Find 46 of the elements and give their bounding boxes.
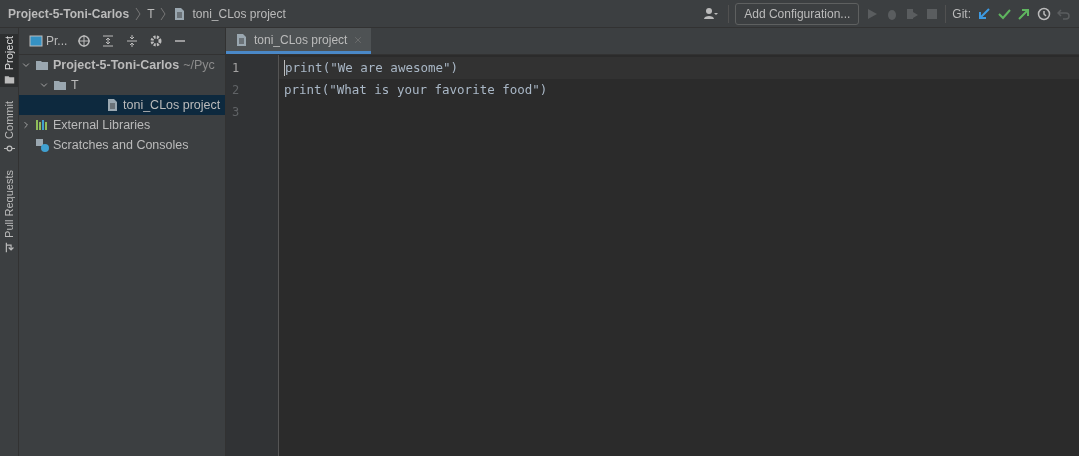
- tree-item[interactable]: Scratches and Consoles: [19, 135, 225, 155]
- tree-label: Project-5-Toni-Carlos: [53, 58, 180, 72]
- folder-icon: [3, 74, 15, 86]
- editor-tab[interactable]: toni_CLos project: [226, 28, 372, 54]
- breadcrumb-separator-icon: [160, 6, 167, 21]
- text-caret: [284, 60, 285, 76]
- tree-item[interactable]: External Libraries: [19, 115, 225, 135]
- folder-icon: [53, 78, 67, 92]
- side-tab[interactable]: Commit: [0, 99, 18, 157]
- tree-label: toni_CLos project: [123, 98, 221, 112]
- file-icon: [172, 6, 187, 21]
- breadcrumb[interactable]: Project-5-Toni-Carlos: [8, 6, 130, 21]
- locate-icon[interactable]: [77, 34, 92, 48]
- tree-label: T: [71, 78, 79, 92]
- breadcrumb[interactable]: toni_CLos project: [192, 6, 286, 21]
- path-hint: ~/Pyc: [183, 58, 215, 72]
- folder-icon: [35, 58, 49, 72]
- scratch-icon: [35, 138, 49, 152]
- tree-item[interactable]: Project-5-Toni-Carlos ~/Pyc: [19, 55, 225, 75]
- arrow-up-right-icon[interactable]: [1017, 6, 1031, 21]
- tree-label: External Libraries: [53, 118, 151, 132]
- pull-request-icon: [3, 242, 15, 253]
- breadcrumb[interactable]: T: [147, 6, 155, 21]
- arrow-down-left-icon[interactable]: [977, 6, 991, 21]
- side-tab[interactable]: Pull Requests: [0, 168, 18, 255]
- code-line: print("We are awesome"): [285, 59, 459, 77]
- collapse-all-icon[interactable]: [125, 34, 140, 48]
- file-icon: [105, 98, 119, 112]
- file-icon: [234, 32, 248, 47]
- add-configuration-button[interactable]: Add Configuration...: [735, 2, 860, 25]
- code-line: print("What is your favorite food"): [284, 81, 548, 99]
- library-icon: [35, 118, 49, 132]
- tree-item[interactable]: T: [19, 75, 225, 95]
- line-number: 1: [231, 60, 241, 77]
- tree-label: Scratches and Consoles: [53, 138, 189, 152]
- commit-icon: [3, 143, 15, 155]
- side-tab[interactable]: Project: [0, 34, 18, 88]
- tree-item[interactable]: toni_CLos project: [19, 95, 225, 115]
- settings-icon[interactable]: [149, 34, 164, 48]
- breadcrumb-separator-icon: [135, 6, 142, 21]
- clock-icon[interactable]: [1037, 6, 1051, 21]
- view-selector[interactable]: Pr...: [46, 34, 68, 48]
- panel-icon[interactable]: [29, 34, 43, 48]
- chevron-right-icon: [21, 120, 31, 130]
- expand-all-icon[interactable]: [101, 34, 116, 48]
- git-label: Git:: [952, 6, 971, 21]
